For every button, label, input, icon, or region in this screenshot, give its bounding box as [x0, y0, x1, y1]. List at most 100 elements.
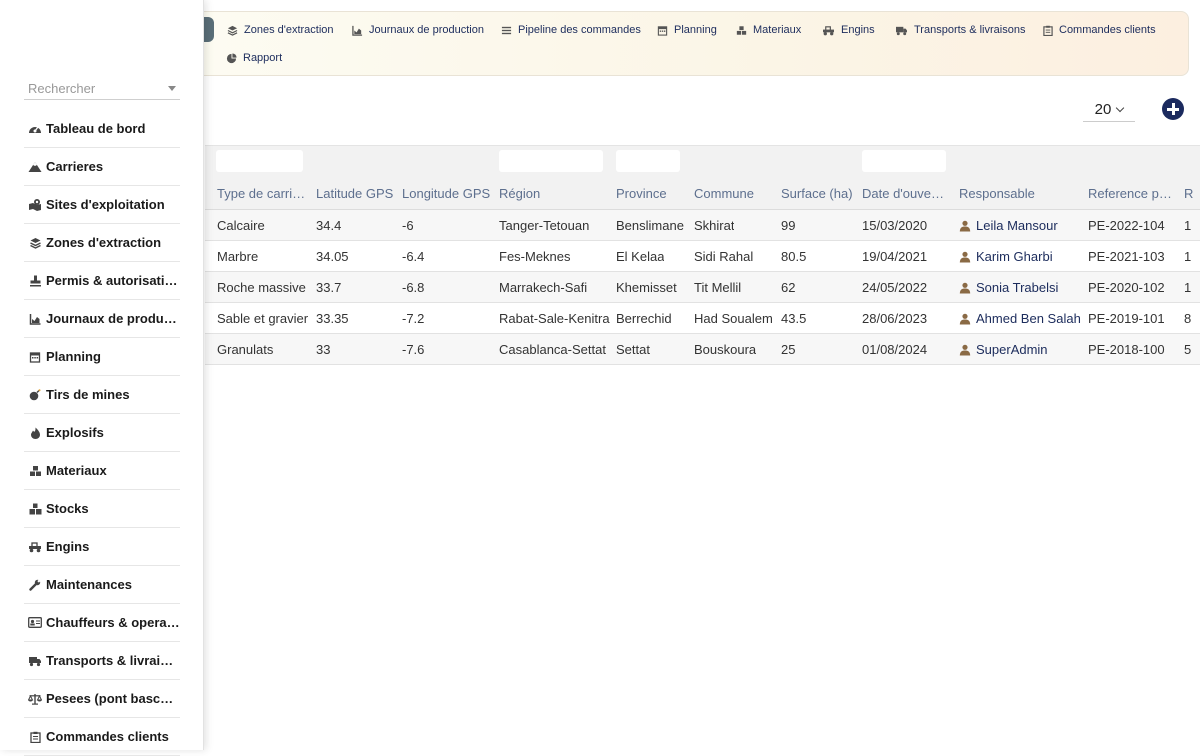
sidebar-item-journaux-production[interactable]: Journaux de production: [24, 300, 180, 338]
layers-icon: [28, 236, 42, 250]
topnav-journaux-production[interactable]: Journaux de production: [352, 20, 484, 40]
add-button[interactable]: [1162, 98, 1184, 120]
topnav-planning[interactable]: Planning: [657, 20, 717, 40]
col-longitude[interactable]: Longitude GPS: [402, 186, 492, 201]
sidebar-item-maintenances[interactable]: Maintenances: [24, 566, 180, 604]
cell-type: Marbre: [217, 249, 259, 264]
sidebar-item-commandes-clients[interactable]: Commandes clients: [24, 718, 180, 756]
truck-loader-icon: [28, 540, 42, 554]
chevron-down-icon: [1116, 103, 1125, 113]
sidebar-item-carrieres[interactable]: Carrieres: [24, 148, 180, 186]
sidebar-item-permis-autorisations[interactable]: Permis & autorisations: [24, 262, 180, 300]
col-province[interactable]: Province: [616, 186, 686, 201]
topnav-transports-livraisons[interactable]: Transports & livraisons: [895, 20, 1025, 40]
cell-type: Roche massive: [217, 280, 306, 295]
sidebar-item-chauffeurs-operateurs[interactable]: Chauffeurs & operateurs: [24, 604, 180, 642]
topnav-rapport[interactable]: Rapport: [226, 48, 282, 68]
cell-type: Calcaire: [217, 218, 265, 233]
cell-commune: Tit Mellil: [694, 280, 742, 295]
sidebar-item-materiaux[interactable]: Materiaux: [24, 452, 180, 490]
sidebar-item-pesees[interactable]: Pesees (pont bascule): [24, 680, 180, 718]
sidebar-item-planning[interactable]: Planning: [24, 338, 180, 376]
sidebar-item-tableau-de-bord[interactable]: Tableau de bord: [24, 110, 180, 148]
topnav-pipeline-commandes[interactable]: Pipeline des commandes: [501, 20, 641, 40]
cell-surface: 25: [781, 342, 796, 357]
table-row[interactable]: Calcaire 34.4 -6 Tanger-Tetouan Benslima…: [205, 210, 1200, 241]
cell-region: Rabat-Sale-Kenitra: [499, 311, 610, 326]
cell-commune: Bouskoura: [694, 342, 757, 357]
col-commune[interactable]: Commune: [694, 186, 774, 201]
topnav-commandes-clients[interactable]: Commandes clients: [1042, 20, 1156, 40]
calendar-icon: [28, 350, 42, 364]
cell-reference: PE-2022-104: [1088, 218, 1165, 233]
table-row[interactable]: Roche massive 33.7 -6.8 Marrakech-Safi K…: [205, 272, 1200, 303]
filter-region-input[interactable]: [499, 150, 603, 172]
cell-province: El Kelaa: [616, 249, 665, 264]
topnav-label: Pipeline des commandes: [518, 24, 641, 36]
sidebar-item-transports-livraisons[interactable]: Transports & livraisons: [24, 642, 180, 680]
cell-r: 1: [1184, 249, 1192, 264]
cell-latitude: 33.35: [316, 311, 349, 326]
bars-icon: [501, 25, 512, 36]
sidebar-item-tirs-de-mines[interactable]: Tirs de mines: [24, 376, 180, 414]
cell-region: Marrakech-Safi: [499, 280, 588, 295]
topnav-label: Journaux de production: [369, 24, 484, 36]
cell-date: 19/04/2021: [862, 249, 928, 264]
col-reference-permis[interactable]: Reference permis: [1088, 186, 1172, 201]
col-latitude[interactable]: Latitude GPS: [316, 186, 396, 201]
sidebar-item-explosifs[interactable]: Explosifs: [24, 414, 180, 452]
cell-reference: PE-2020-102: [1088, 280, 1165, 295]
cell-responsable[interactable]: Leila Mansour: [959, 218, 1058, 233]
filter-date-input[interactable]: [862, 150, 946, 172]
boxes-icon: [28, 502, 42, 516]
clipboard-icon: [28, 730, 42, 744]
col-type[interactable]: Type de carrière: [217, 186, 307, 201]
fire-icon: [28, 426, 42, 440]
col-r[interactable]: R: [1184, 186, 1200, 201]
filter-type-input[interactable]: [216, 150, 303, 172]
col-region[interactable]: Région: [499, 186, 599, 201]
search-select[interactable]: Rechercher: [24, 78, 180, 100]
cell-province: Berrechid: [616, 311, 672, 326]
topnav-label: Zones d'extraction: [244, 24, 334, 36]
table-row[interactable]: Marbre 34.05 -6.4 Fes-Meknes El Kelaa Si…: [205, 241, 1200, 272]
col-date-ouverture[interactable]: Date d'ouverture: [862, 186, 946, 201]
page-size-select[interactable]: 20: [1083, 98, 1135, 122]
col-surface[interactable]: Surface (ha): [781, 186, 857, 201]
cell-longitude: -7.6: [402, 342, 425, 357]
col-responsable[interactable]: Responsable: [959, 186, 1079, 201]
cell-longitude: -7.2: [402, 311, 425, 326]
cell-responsable[interactable]: SuperAdmin: [959, 342, 1048, 357]
sidebar-item-sites-exploitation[interactable]: Sites d'exploitation: [24, 186, 180, 224]
data-table: Type de carrière Latitude GPS Longitude …: [205, 145, 1200, 365]
cell-type: Granulats: [217, 342, 274, 357]
topnav-label: Commandes clients: [1059, 24, 1156, 36]
cubes-icon: [736, 25, 747, 36]
cell-responsable[interactable]: Karim Gharbi: [959, 249, 1053, 264]
cell-commune: Sidi Rahal: [694, 249, 754, 264]
cell-latitude: 34.05: [316, 249, 349, 264]
table-row[interactable]: Sable et gravier 33.35 -7.2 Rabat-Sale-K…: [205, 303, 1200, 334]
cell-longitude: -6: [402, 218, 414, 233]
cell-r: 5: [1184, 342, 1192, 357]
cell-reference: PE-2021-103: [1088, 249, 1165, 264]
sidebar-item-zones-extraction[interactable]: Zones d'extraction: [24, 224, 180, 262]
cell-region: Casablanca-Settat: [499, 342, 606, 357]
cell-responsable[interactable]: Ahmed Ben Salah: [959, 311, 1081, 326]
cell-surface: 80.5: [781, 249, 807, 264]
cell-reference: PE-2019-101: [1088, 311, 1165, 326]
table-row[interactable]: Granulats 33 -7.6 Casablanca-Settat Sett…: [205, 334, 1200, 365]
responsable-name: Karim Gharbi: [976, 249, 1053, 264]
cell-latitude: 33.7: [316, 280, 342, 295]
sidebar-item-engins[interactable]: Engins: [24, 528, 180, 566]
topnav-engins[interactable]: Engins: [822, 20, 875, 40]
cell-latitude: 34.4: [316, 218, 342, 233]
cell-surface: 62: [781, 280, 796, 295]
filter-province-input[interactable]: [616, 150, 680, 172]
user-icon: [959, 282, 971, 293]
sidebar-item-stocks[interactable]: Stocks: [24, 490, 180, 528]
topnav-materiaux[interactable]: Materiaux: [736, 20, 801, 40]
cell-responsable[interactable]: Sonia Trabelsi: [959, 280, 1058, 295]
cell-longitude: -6.8: [402, 280, 425, 295]
topnav-zones-extraction[interactable]: Zones d'extraction: [227, 20, 334, 40]
